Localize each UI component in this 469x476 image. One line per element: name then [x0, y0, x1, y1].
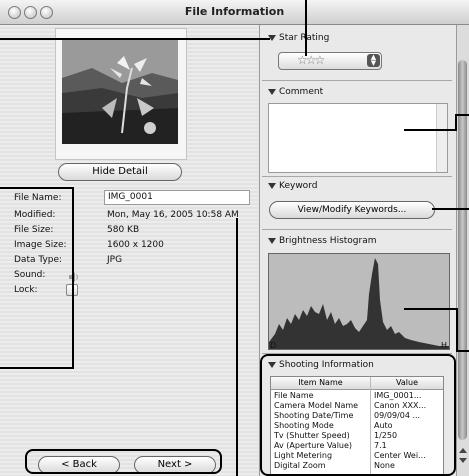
title-bar: File Information	[0, 0, 469, 25]
callout-line	[456, 350, 469, 352]
window-title: File Information	[184, 5, 285, 18]
histogram-highlight-label: H	[440, 341, 447, 350]
callout-line	[236, 218, 238, 476]
callout-line	[432, 208, 469, 210]
histogram-header[interactable]: Brightness Histogram	[268, 236, 377, 246]
histogram-graph	[269, 258, 449, 349]
divider	[262, 176, 452, 177]
file-name-input[interactable]: IMG_0001	[104, 190, 250, 205]
callout-line	[404, 308, 458, 310]
scroll-down-icon[interactable]	[459, 458, 467, 463]
brightness-histogram: D H	[268, 253, 450, 350]
file-name-label: File Name:	[14, 193, 62, 203]
modified-label: Modified:	[14, 210, 56, 220]
callout-line	[455, 114, 469, 116]
scroll-up-icon[interactable]	[459, 448, 467, 453]
histogram-label: Brightness Histogram	[279, 236, 377, 246]
callout-line	[455, 114, 457, 131]
star-rating-select[interactable]: ☆☆☆ ▲ ▼	[278, 52, 382, 70]
file-information-window: File Information Hide Detail File Name: …	[0, 0, 469, 476]
divider	[262, 229, 452, 230]
callout-line	[305, 0, 307, 56]
chevron-updown-icon: ▲ ▼	[367, 54, 380, 67]
divider	[262, 80, 452, 81]
image-size-label: Image Size:	[14, 240, 67, 250]
star-rating-header[interactable]: Star Rating	[268, 33, 329, 43]
callout-line	[0, 187, 74, 189]
callout-line	[72, 187, 74, 369]
hide-detail-button[interactable]: Hide Detail	[58, 163, 182, 181]
file-name-value: IMG_0001	[108, 192, 153, 202]
histogram-dark-label: D	[270, 341, 277, 350]
modified-value: Mon, May 16, 2005 10:58 AM	[107, 210, 239, 220]
star-outline-icon: ☆☆☆	[297, 53, 325, 67]
data-type-label: Data Type:	[14, 255, 63, 265]
image-size-value: 1600 x 1200	[107, 240, 164, 250]
file-size-label: File Size:	[14, 225, 54, 235]
callout-frame	[25, 449, 222, 474]
data-type-value: JPG	[107, 255, 123, 265]
lock-label: Lock:	[14, 285, 38, 295]
callout-line	[0, 38, 270, 40]
callout-line	[0, 367, 74, 369]
file-size-value: 580 KB	[107, 225, 140, 235]
keyword-label: Keyword	[279, 181, 318, 191]
callout-line	[404, 129, 456, 131]
comment-scrollbar[interactable]	[436, 104, 447, 172]
comment-textarea[interactable]	[268, 103, 448, 173]
thumbnail-image	[62, 38, 178, 144]
sound-label: Sound:	[14, 270, 46, 280]
view-modify-keywords-button[interactable]: View/Modify Keywords...	[269, 201, 435, 219]
disclosure-triangle-icon	[268, 182, 276, 189]
scrollbar-thumb[interactable]	[458, 60, 467, 440]
disclosure-triangle-icon	[268, 237, 276, 244]
disclosure-triangle-icon	[268, 88, 276, 95]
callout-frame	[260, 354, 456, 476]
comment-header[interactable]: Comment	[268, 87, 323, 97]
comment-label: Comment	[279, 87, 324, 97]
callout-line	[456, 308, 458, 352]
keyword-header[interactable]: Keyword	[268, 181, 317, 191]
